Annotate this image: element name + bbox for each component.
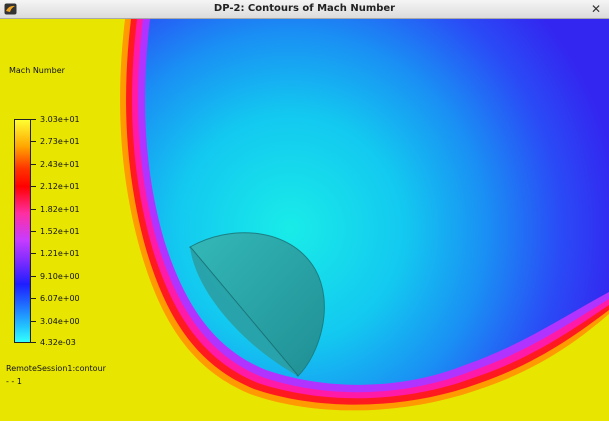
legend-label: 1.21e+01 bbox=[40, 249, 80, 258]
legend-tick bbox=[31, 298, 36, 299]
graphics-viewport[interactable]: Mach Number 3.03e+01 2.73e+01 2.43e+01 2… bbox=[0, 19, 609, 421]
legend-label: 1.52e+01 bbox=[40, 227, 80, 236]
session-label: RemoteSession1:contour bbox=[6, 364, 106, 373]
legend-label: 2.73e+01 bbox=[40, 137, 80, 146]
session-id: - - 1 bbox=[6, 377, 22, 386]
contour-window: DP-2: Contours of Mach Number ✕ Mach Num… bbox=[0, 0, 609, 421]
legend-tick bbox=[31, 253, 36, 254]
legend-tick bbox=[31, 119, 36, 120]
legend-label: 2.43e+01 bbox=[40, 160, 80, 169]
legend-title: Mach Number bbox=[9, 66, 65, 75]
title-bar[interactable]: DP-2: Contours of Mach Number ✕ bbox=[0, 0, 609, 19]
legend-tick bbox=[31, 164, 36, 165]
legend-label: 1.82e+01 bbox=[40, 205, 80, 214]
legend-label: 2.12e+01 bbox=[40, 182, 80, 191]
mach-contour-field bbox=[0, 19, 609, 421]
legend-tick bbox=[31, 276, 36, 277]
legend-colorbar bbox=[14, 119, 31, 343]
legend-label: 9.10e+00 bbox=[40, 272, 80, 281]
legend-label: 4.32e-03 bbox=[40, 338, 76, 347]
legend-tick bbox=[31, 321, 36, 322]
legend-label: 3.03e+01 bbox=[40, 115, 80, 124]
close-icon[interactable]: ✕ bbox=[589, 2, 603, 16]
legend-tick bbox=[31, 231, 36, 232]
window-title: DP-2: Contours of Mach Number bbox=[213, 3, 396, 14]
legend-label: 6.07e+00 bbox=[40, 294, 80, 303]
legend-tick bbox=[31, 209, 36, 210]
legend-tick bbox=[31, 186, 36, 187]
legend-tick bbox=[31, 342, 36, 343]
legend-label: 3.04e+00 bbox=[40, 317, 80, 326]
legend-tick bbox=[31, 141, 36, 142]
